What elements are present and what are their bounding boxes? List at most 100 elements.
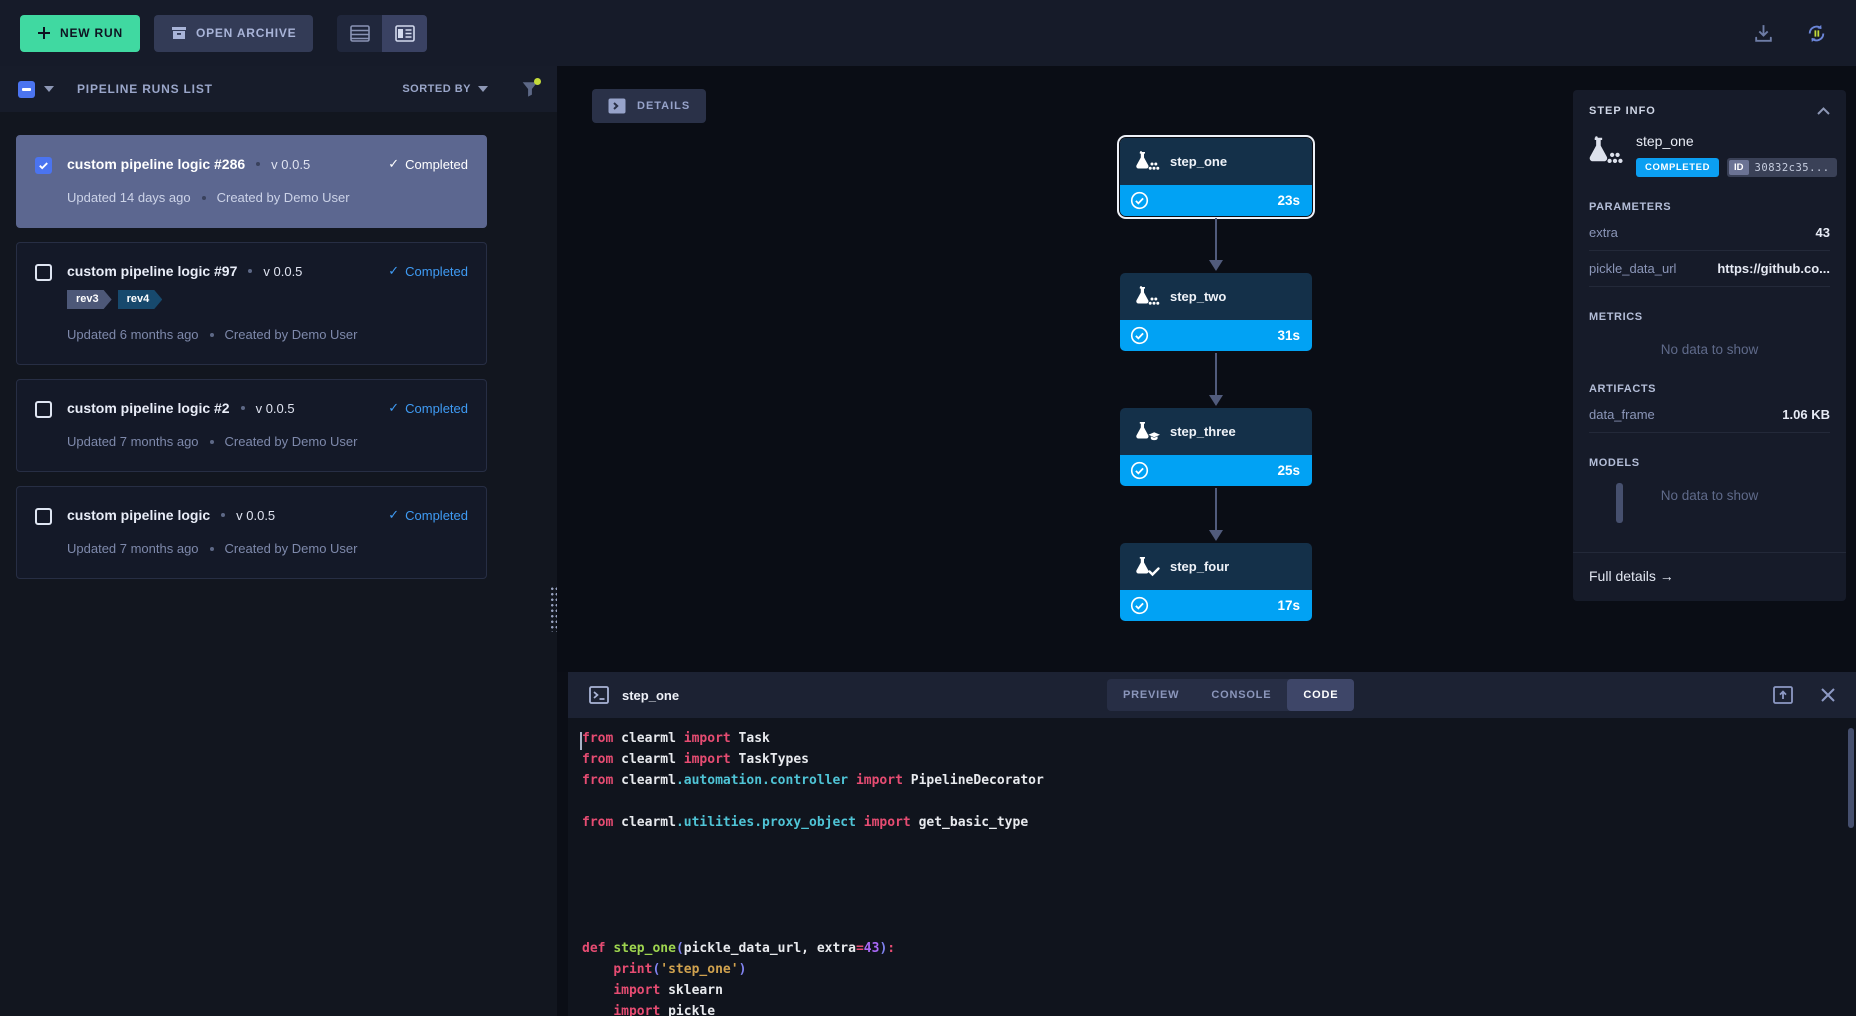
- code-line: from clearml.utilities.proxy_object impo…: [582, 815, 1856, 836]
- info-key: extra: [1589, 225, 1618, 240]
- new-run-button[interactable]: NEW RUN: [20, 15, 140, 52]
- split-view-icon: [395, 25, 415, 42]
- run-tag: rev4: [118, 290, 163, 309]
- run-card[interactable]: custom pipeline logic #2v 0.0.5Updated 7…: [16, 379, 487, 472]
- status-badge: COMPLETED: [1636, 158, 1719, 177]
- filter-button[interactable]: [521, 80, 539, 98]
- run-updated: Updated 6 months ago: [67, 327, 199, 342]
- artifacts-section: ARTIFACTS data_frame1.06 KB: [1573, 359, 1846, 433]
- check-icon: ✓: [388, 400, 399, 416]
- view-toggle: [337, 15, 427, 52]
- parameters-rows: extra43pickle_data_urlhttps://github.co.…: [1589, 215, 1830, 287]
- check-circle-icon: [1130, 461, 1149, 480]
- models-section: MODELS No data to show: [1573, 433, 1846, 505]
- run-created: Created by Demo User: [225, 434, 358, 449]
- id-chip[interactable]: ID 30832c35...: [1727, 158, 1837, 177]
- run-tag: rev3: [67, 290, 112, 309]
- arrow-connector: [1120, 486, 1312, 543]
- app-root: NEW RUN OPEN ARCHIVE PIPELINE RUNS LIST: [0, 0, 1856, 1016]
- filter-active-dot: [534, 78, 541, 85]
- run-version: v 0.0.5: [263, 264, 302, 279]
- dot-separator: [241, 406, 245, 410]
- close-icon[interactable]: [1820, 687, 1836, 703]
- run-checkbox[interactable]: [35, 401, 52, 418]
- run-checkbox[interactable]: [35, 157, 52, 174]
- full-details-link[interactable]: Full details →: [1573, 552, 1846, 601]
- archive-icon: [171, 25, 187, 41]
- step-info-header: STEP INFO: [1573, 90, 1846, 125]
- expand-icon[interactable]: [1773, 686, 1793, 704]
- artifacts-rows: data_frame1.06 KB: [1589, 397, 1830, 433]
- run-meta: Updated 7 months ago Created by Demo User: [67, 434, 468, 449]
- details-panel-icon: [608, 98, 626, 114]
- run-status-label: Completed: [405, 264, 468, 279]
- metrics-empty: No data to show: [1589, 325, 1830, 359]
- node-duration: 23s: [1277, 193, 1300, 208]
- run-card[interactable]: custom pipeline logicv 0.0.5Updated 7 mo…: [16, 486, 487, 579]
- tab-code[interactable]: CODE: [1287, 679, 1354, 711]
- new-run-label: NEW RUN: [60, 26, 123, 40]
- code-scrollbar-thumb[interactable]: [1848, 728, 1854, 828]
- runs-panel: PIPELINE RUNS LIST SORTED BY custom pipe…: [0, 66, 557, 1016]
- code-content[interactable]: from clearml import Taskfrom clearml imp…: [568, 718, 1856, 1016]
- details-button[interactable]: DETAILS: [592, 89, 706, 123]
- run-title: custom pipeline logic #2: [67, 400, 230, 416]
- info-value: https://github.co...: [1717, 261, 1830, 276]
- terminal-icon: [589, 686, 609, 704]
- code-line: [582, 878, 1856, 899]
- auto-refresh-icon[interactable]: [1805, 22, 1828, 45]
- check-circle-icon: [1130, 596, 1149, 615]
- step-name: step_one: [1636, 133, 1837, 149]
- flask-check-icon: [1133, 556, 1161, 578]
- run-meta: Updated 6 months agoCreated by Demo User: [67, 327, 468, 342]
- pipeline-node[interactable]: step_one23s: [1120, 138, 1312, 216]
- node-duration: 31s: [1277, 328, 1300, 343]
- node-name: step_two: [1170, 289, 1226, 304]
- run-updated: Updated 7 months ago: [67, 434, 199, 449]
- scrollbar-thumb[interactable]: [1616, 483, 1623, 523]
- code-tabs: PREVIEWCONSOLECODE: [1107, 679, 1354, 711]
- check-icon: ✓: [388, 263, 399, 279]
- pipeline-node[interactable]: step_two 31s: [1120, 273, 1312, 351]
- run-checkbox[interactable]: [35, 508, 52, 525]
- flask-dots-icon: [1133, 286, 1161, 308]
- run-version: v 0.0.5: [236, 508, 275, 523]
- table-view-button[interactable]: [337, 15, 382, 52]
- caret-down-icon[interactable]: [44, 86, 54, 92]
- tab-console[interactable]: CONSOLE: [1195, 679, 1287, 711]
- tag-row: rev3 rev4: [67, 290, 468, 309]
- open-archive-button[interactable]: OPEN ARCHIVE: [154, 15, 314, 52]
- top-bar: NEW RUN OPEN ARCHIVE: [0, 0, 1856, 66]
- run-card[interactable]: custom pipeline logic #286v 0.0.5Updated…: [16, 135, 487, 228]
- run-version: v 0.0.5: [271, 157, 310, 172]
- info-row: data_frame1.06 KB: [1589, 397, 1830, 433]
- check-circle-icon: [1130, 326, 1149, 345]
- pipeline-node[interactable]: step_three25s: [1120, 408, 1312, 486]
- run-card[interactable]: custom pipeline logic #97 v 0.0.5 rev3 rev4…: [16, 242, 487, 365]
- metrics-section: METRICS No data to show: [1573, 287, 1846, 359]
- run-title: custom pipeline logic: [67, 507, 210, 523]
- code-panel-header: step_one PREVIEWCONSOLECODE: [568, 672, 1856, 718]
- chevron-up-icon[interactable]: [1817, 107, 1830, 115]
- info-row: extra43: [1589, 215, 1830, 251]
- node-duration: 25s: [1277, 463, 1300, 478]
- code-panel: step_one PREVIEWCONSOLECODE from clearml…: [568, 672, 1856, 1016]
- parameters-label: PARAMETERS: [1589, 201, 1830, 213]
- run-title: custom pipeline logic #97: [67, 263, 237, 279]
- dot-separator: [210, 333, 214, 337]
- code-line: [582, 857, 1856, 878]
- tab-preview[interactable]: PREVIEW: [1107, 679, 1195, 711]
- download-icon[interactable]: [1752, 22, 1775, 45]
- run-updated: Updated 14 days ago: [67, 190, 191, 205]
- dag: step_one23s step_two 31s step_three25s step_…: [1120, 138, 1312, 621]
- run-created: Created by Demo User: [217, 190, 350, 205]
- code-line: print('step_one'): [582, 962, 1856, 983]
- dot-separator: [248, 269, 252, 273]
- select-all-checkbox[interactable]: [18, 81, 35, 98]
- pipeline-node[interactable]: step_four17s: [1120, 543, 1312, 621]
- models-empty: No data to show: [1589, 471, 1830, 505]
- run-checkbox[interactable]: [35, 264, 52, 281]
- code-line: import pickle: [582, 1004, 1856, 1016]
- split-view-button[interactable]: [382, 15, 427, 52]
- sorted-by-button[interactable]: SORTED BY: [402, 83, 488, 95]
